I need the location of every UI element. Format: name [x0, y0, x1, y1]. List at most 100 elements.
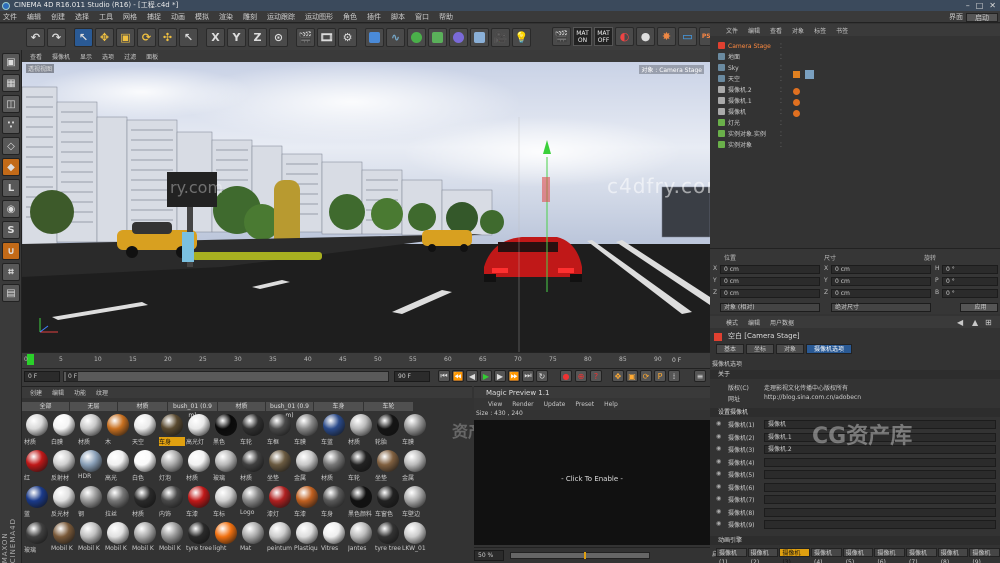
start-frame-field[interactable]: 0 F	[24, 371, 60, 382]
camera-switch-tab[interactable]: 摄像机(7)	[906, 548, 937, 563]
preview-menu-item[interactable]: View	[488, 401, 502, 408]
material-swatch[interactable]: 钢	[78, 484, 103, 519]
viewport-menu-item[interactable]: 摄像机	[52, 52, 70, 61]
magnet-icon[interactable]: ∪	[2, 242, 20, 260]
material-swatch[interactable]: 玻璃	[24, 520, 49, 555]
visibility-dots-icon[interactable]: ⁚	[780, 53, 782, 63]
render-view-icon[interactable]: 🎬	[296, 27, 315, 47]
sky-texture-tag-icon[interactable]	[805, 70, 814, 79]
material-swatch[interactable]: 车框	[267, 412, 292, 447]
tweak-icon[interactable]: ◉	[2, 200, 20, 218]
viewport-menu-item[interactable]: 面板	[146, 52, 158, 61]
tag-icon[interactable]	[793, 71, 800, 78]
material-menu-item[interactable]: 功能	[74, 388, 86, 397]
prev-key-icon[interactable]: ⏪	[452, 370, 464, 382]
play-icon[interactable]: ▶	[480, 370, 492, 382]
monitor-icon[interactable]: ▭	[678, 27, 697, 46]
camera-slot-field[interactable]	[764, 507, 996, 517]
cube-icon[interactable]	[365, 27, 384, 47]
material-swatch[interactable]: 灯泡	[159, 448, 184, 483]
object-menu-item[interactable]: 对象	[792, 26, 804, 35]
object-menu-item[interactable]: 查看	[770, 26, 782, 35]
layout-dropdown[interactable]: 启动	[966, 12, 998, 22]
eye-icon[interactable]: ◉	[716, 520, 721, 527]
attribute-menu-item[interactable]: 编辑	[748, 318, 760, 327]
rotation-field[interactable]: 0 °	[942, 277, 998, 286]
camera-switch-tab[interactable]: 摄像机(6)	[874, 548, 906, 563]
rotation-field[interactable]: 0 °	[942, 289, 998, 298]
render-settings-icon[interactable]: ⚙	[338, 27, 357, 47]
material-layer-tab[interactable]: bush_01 (0.9 m)	[168, 402, 218, 419]
material-swatch[interactable]: 车标	[213, 484, 238, 519]
burst-icon[interactable]: ✸	[657, 27, 676, 46]
axis-mode-icon[interactable]: L	[2, 179, 20, 197]
camera-switch-tab[interactable]: 摄像机(5)	[842, 548, 874, 563]
auto-key-icon[interactable]: ⊕	[575, 370, 587, 382]
material-swatch[interactable]: 材质	[186, 448, 211, 483]
eye-icon[interactable]: ◉	[716, 483, 721, 490]
material-swatch[interactable]: 黑色颜料	[348, 484, 373, 519]
material-swatch[interactable]: 材质	[348, 412, 373, 447]
position-field[interactable]: 0 cm	[720, 277, 820, 286]
material-layer-tab[interactable]: 无层	[70, 402, 118, 411]
material-layer-tab[interactable]: 材质	[118, 402, 168, 411]
material-swatch[interactable]: 车膜	[402, 412, 427, 447]
edges-mode-icon[interactable]: ◇	[2, 137, 20, 155]
keyframe-selection-icon[interactable]: ?	[590, 370, 602, 382]
clapper-icon[interactable]: 🎬	[552, 27, 571, 46]
camera-switch-tab[interactable]: 摄像机(3)	[779, 548, 811, 563]
menu-item[interactable]: 帮助	[439, 12, 453, 22]
visibility-dots-icon[interactable]: ⁚	[780, 64, 782, 74]
material-swatch[interactable]: 车壁边	[402, 484, 427, 519]
subdivision-icon[interactable]	[407, 27, 426, 47]
website-value[interactable]: http://blog.sina.com.cn/adobecn	[764, 394, 861, 401]
object-row[interactable]: 实例对象.实例 ⁚	[718, 130, 782, 140]
up-arrow-icon[interactable]: ▲	[972, 318, 978, 327]
points-mode-icon[interactable]: ∵	[2, 116, 20, 134]
position-field[interactable]: 0 cm	[720, 265, 820, 274]
settings-section[interactable]: 设置摄像机	[710, 408, 1000, 417]
visibility-dots-icon[interactable]: ⁚	[780, 97, 782, 107]
size-field[interactable]: 0 cm	[831, 265, 931, 274]
material-swatch[interactable]: 材质	[240, 448, 265, 483]
rotation-field[interactable]: 0 °	[942, 265, 998, 274]
material-swatch[interactable]: 坐垫	[267, 448, 292, 483]
material-swatch[interactable]: 材质	[132, 484, 157, 519]
material-swatch[interactable]: Mobil K	[159, 520, 184, 555]
object-row[interactable]: 实例对象 ⁚	[718, 141, 782, 151]
material-swatch[interactable]: 材质	[24, 412, 49, 447]
camera-slot-field[interactable]	[764, 520, 996, 529]
menu-item[interactable]: 文件	[3, 12, 17, 22]
go-end-icon[interactable]: ⏭	[522, 370, 534, 382]
timeline-menu-icon[interactable]: ≡	[694, 370, 706, 382]
material-swatch[interactable]: 高光	[105, 448, 130, 483]
menu-item[interactable]: 运动跟踪	[267, 12, 295, 22]
material-off-icon[interactable]: MAT OFF	[594, 27, 613, 46]
spline-icon[interactable]: ∿	[386, 27, 405, 47]
visibility-dots-icon[interactable]: ⁚	[780, 42, 782, 52]
viewport-menu-item[interactable]: 选项	[102, 52, 114, 61]
camera-slot-field[interactable]	[764, 457, 996, 467]
eye-icon[interactable]: ◉	[716, 433, 721, 440]
material-swatch[interactable]: 车漆	[294, 484, 319, 519]
camera-switch-tab[interactable]: 摄像机(1)	[716, 548, 747, 563]
texture-mode-icon[interactable]: ▦	[2, 74, 20, 92]
menu-item[interactable]: 动画	[171, 12, 185, 22]
grid-icon[interactable]: ▤	[2, 284, 20, 302]
material-on-icon[interactable]: MAT ON	[573, 27, 592, 46]
preview-menu-item[interactable]: Preset	[575, 401, 594, 408]
record-keys-icon[interactable]: ●	[560, 370, 572, 382]
preview-slider[interactable]	[510, 552, 650, 559]
undo-icon[interactable]: ↶	[26, 27, 45, 47]
attribute-tab[interactable]: 坐标	[746, 344, 775, 354]
material-swatch[interactable]: 坐垫	[375, 448, 400, 483]
material-swatch[interactable]: HDR	[78, 448, 103, 483]
render-picture-viewer-icon[interactable]: 🎞	[317, 27, 336, 47]
object-row[interactable]: 地面 ⁚	[718, 53, 782, 63]
object-row[interactable]: Camera Stage ⁚	[718, 42, 782, 52]
object-row[interactable]: 摄像机.2 ⁚	[718, 86, 782, 96]
material-swatch[interactable]: LKW_01	[402, 520, 427, 555]
key-position-icon[interactable]: ✥	[612, 370, 624, 382]
render-dot-icon[interactable]: ●	[636, 27, 655, 46]
camera-slot-field[interactable]	[764, 482, 996, 492]
